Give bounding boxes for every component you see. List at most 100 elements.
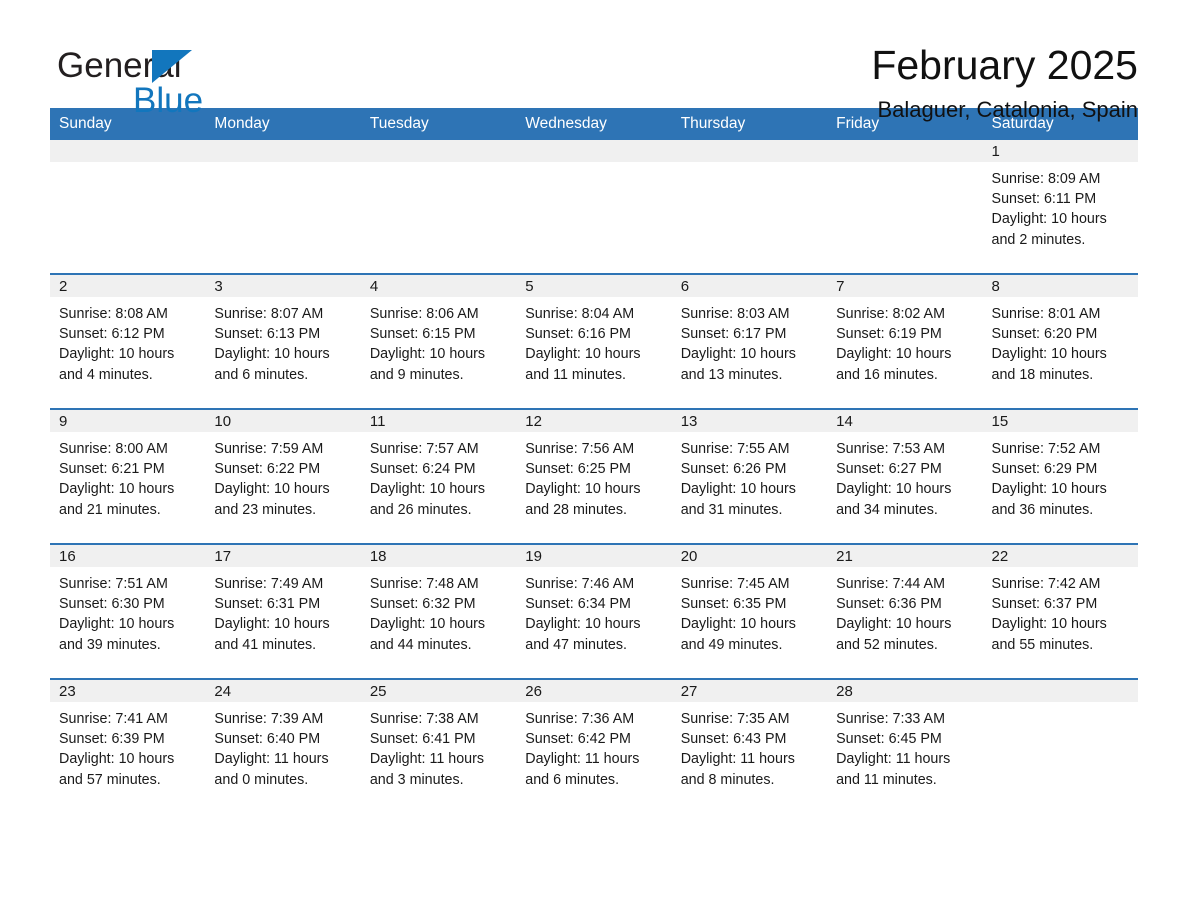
logo-word-blue: Blue bbox=[133, 81, 204, 120]
day-details: Sunrise: 7:35 AM Sunset: 6:43 PM Daylight:… bbox=[672, 702, 827, 790]
calendar-cell-empty bbox=[982, 680, 1138, 808]
calendar-cell[interactable]: 22 Sunrise: 7:42 AM Sunset: 6:37 PM Dayligh… bbox=[982, 543, 1138, 679]
sunset-text: Sunset: 6:12 PM bbox=[59, 326, 165, 343]
generalblue-logo[interactable]: General Blue bbox=[57, 48, 203, 121]
sunrise-text: Sunrise: 7:41 AM bbox=[59, 711, 168, 727]
calendar-day-cell: 16 Sunrise: 7:51 AM Sunset: 6:30 PM Dayligh… bbox=[50, 545, 206, 678]
day-number: 17 bbox=[205, 545, 361, 567]
calendar-cell-empty bbox=[360, 140, 517, 273]
calendar-cell[interactable]: 17 Sunrise: 7:49 AM Sunset: 6:31 PM Dayligh… bbox=[205, 543, 361, 679]
daylight-text: Daylight: 10 hours and 36 minutes. bbox=[991, 481, 1107, 518]
daylight-text: Daylight: 10 hours and 41 minutes. bbox=[214, 616, 330, 653]
calendar-day-cell: 3 Sunrise: 8:07 AM Sunset: 6:13 PM Daylight… bbox=[205, 275, 361, 408]
sunrise-text: Sunrise: 8:09 AM bbox=[991, 171, 1101, 187]
sunrise-text: Sunrise: 7:55 AM bbox=[680, 441, 790, 457]
calendar-cell[interactable]: 5 Sunrise: 8:04 AM Sunset: 6:16 PM Daylight… bbox=[516, 273, 672, 409]
sunrise-text: Sunrise: 8:04 AM bbox=[525, 306, 635, 322]
day-details: Sunrise: 7:59 AM Sunset: 6:22 PM Daylight:… bbox=[205, 432, 360, 520]
calendar-day-cell: 11 Sunrise: 7:57 AM Sunset: 6:24 PM Dayligh… bbox=[360, 410, 517, 543]
calendar-cell[interactable]: 7 Sunrise: 8:02 AM Sunset: 6:19 PM Daylight… bbox=[827, 273, 983, 409]
sunrise-text: Sunrise: 7:56 AM bbox=[525, 441, 635, 457]
day-details: Sunrise: 7:36 AM Sunset: 6:42 PM Daylight:… bbox=[516, 702, 671, 790]
calendar-day-cell: 27 Sunrise: 7:35 AM Sunset: 6:43 PM Dayligh… bbox=[671, 680, 828, 808]
calendar-cell[interactable]: 11 Sunrise: 7:57 AM Sunset: 6:24 PM Dayligh… bbox=[360, 408, 517, 544]
calendar-week-row: 2 Sunrise: 8:08 AM Sunset: 6:12 PM Daylight… bbox=[50, 273, 1138, 409]
calendar-cell-empty bbox=[827, 140, 983, 273]
calendar-body: 1 Sunrise: 8:09 AM Sunset: 6:11 PM Daylight… bbox=[50, 140, 1138, 808]
calendar-cell bbox=[982, 678, 1138, 808]
day-details: Sunrise: 7:44 AM Sunset: 6:36 PM Daylight:… bbox=[827, 567, 982, 655]
day-details: Sunrise: 8:04 AM Sunset: 6:16 PM Daylight:… bbox=[516, 297, 671, 385]
sunset-text: Sunset: 6:30 PM bbox=[59, 596, 165, 613]
calendar-cell[interactable]: 9 Sunrise: 8:00 AM Sunset: 6:21 PM Daylight… bbox=[50, 408, 206, 544]
sunset-text: Sunset: 6:16 PM bbox=[525, 326, 631, 343]
calendar-day-cell: 1 Sunrise: 8:09 AM Sunset: 6:11 PM Daylight… bbox=[982, 140, 1138, 273]
calendar-day-cell: 28 Sunrise: 7:33 AM Sunset: 6:45 PM Dayligh… bbox=[827, 680, 983, 808]
day-details: Sunrise: 7:33 AM Sunset: 6:45 PM Daylight:… bbox=[827, 702, 982, 790]
calendar-cell[interactable]: 27 Sunrise: 7:35 AM Sunset: 6:43 PM Dayligh… bbox=[671, 678, 828, 808]
calendar-day-cell: 20 Sunrise: 7:45 AM Sunset: 6:35 PM Dayligh… bbox=[671, 545, 828, 678]
day-details: Sunrise: 7:52 AM Sunset: 6:29 PM Daylight:… bbox=[983, 432, 1138, 520]
sunset-text: Sunset: 6:29 PM bbox=[991, 461, 1098, 478]
daylight-text: Daylight: 10 hours and 39 minutes. bbox=[59, 616, 175, 653]
day-number: 7 bbox=[827, 275, 983, 297]
sunrise-text: Sunrise: 7:42 AM bbox=[991, 576, 1101, 592]
calendar-cell[interactable]: 23 Sunrise: 7:41 AM Sunset: 6:39 PM Dayligh… bbox=[50, 678, 206, 808]
page-title: February 2025 bbox=[871, 42, 1138, 88]
calendar-cell[interactable]: 28 Sunrise: 7:33 AM Sunset: 6:45 PM Dayligh… bbox=[827, 678, 983, 808]
calendar-cell[interactable]: 1 Sunrise: 8:09 AM Sunset: 6:11 PM Daylight… bbox=[982, 140, 1138, 274]
day-number: 12 bbox=[516, 410, 672, 432]
calendar-cell[interactable]: 12 Sunrise: 7:56 AM Sunset: 6:25 PM Dayligh… bbox=[516, 408, 672, 544]
sunrise-text: Sunrise: 8:06 AM bbox=[369, 306, 479, 322]
daylight-text: Daylight: 10 hours and 47 minutes. bbox=[525, 616, 641, 653]
calendar-day-cell: 22 Sunrise: 7:42 AM Sunset: 6:37 PM Dayligh… bbox=[982, 545, 1138, 678]
calendar-cell[interactable]: 20 Sunrise: 7:45 AM Sunset: 6:35 PM Dayligh… bbox=[671, 543, 828, 679]
sunset-text: Sunset: 6:42 PM bbox=[525, 731, 631, 748]
calendar-cell-empty bbox=[516, 140, 672, 273]
calendar-cell[interactable]: 8 Sunrise: 8:01 AM Sunset: 6:20 PM Daylight… bbox=[982, 273, 1138, 409]
calendar-cell[interactable]: 4 Sunrise: 8:06 AM Sunset: 6:15 PM Daylight… bbox=[360, 273, 517, 409]
calendar-day-cell: 26 Sunrise: 7:36 AM Sunset: 6:42 PM Dayligh… bbox=[516, 680, 672, 808]
daylight-text: Daylight: 10 hours and 11 minutes. bbox=[525, 346, 641, 383]
calendar-cell[interactable]: 25 Sunrise: 7:38 AM Sunset: 6:41 PM Dayligh… bbox=[360, 678, 517, 808]
calendar-cell[interactable]: 21 Sunrise: 7:44 AM Sunset: 6:36 PM Dayligh… bbox=[827, 543, 983, 679]
calendar-cell[interactable]: 10 Sunrise: 7:59 AM Sunset: 6:22 PM Dayligh… bbox=[205, 408, 361, 544]
day-details: Sunrise: 7:53 AM Sunset: 6:27 PM Daylight:… bbox=[827, 432, 982, 520]
daylight-text: Daylight: 10 hours and 55 minutes. bbox=[991, 616, 1107, 653]
calendar-day-cell: 4 Sunrise: 8:06 AM Sunset: 6:15 PM Daylight… bbox=[360, 275, 517, 408]
day-details: Sunrise: 7:51 AM Sunset: 6:30 PM Daylight:… bbox=[50, 567, 205, 655]
calendar-day-cell: 15 Sunrise: 7:52 AM Sunset: 6:29 PM Dayligh… bbox=[982, 410, 1138, 543]
sunrise-text: Sunrise: 7:45 AM bbox=[680, 576, 790, 592]
calendar-cell[interactable]: 15 Sunrise: 7:52 AM Sunset: 6:29 PM Dayligh… bbox=[982, 408, 1138, 544]
sunset-text: Sunset: 6:31 PM bbox=[214, 596, 321, 613]
day-number bbox=[205, 140, 361, 162]
day-number: 9 bbox=[50, 410, 206, 432]
day-details: Sunrise: 7:46 AM Sunset: 6:34 PM Daylight:… bbox=[516, 567, 671, 655]
sunset-text: Sunset: 6:17 PM bbox=[680, 326, 787, 343]
calendar-cell[interactable]: 2 Sunrise: 8:08 AM Sunset: 6:12 PM Daylight… bbox=[50, 273, 206, 409]
calendar-cell[interactable]: 26 Sunrise: 7:36 AM Sunset: 6:42 PM Dayligh… bbox=[516, 678, 672, 808]
day-number: 11 bbox=[360, 410, 517, 432]
sunset-text: Sunset: 6:22 PM bbox=[214, 461, 321, 478]
sunrise-text: Sunrise: 7:36 AM bbox=[525, 711, 635, 727]
day-details: Sunrise: 8:01 AM Sunset: 6:20 PM Daylight:… bbox=[983, 297, 1138, 385]
calendar-cell[interactable]: 24 Sunrise: 7:39 AM Sunset: 6:40 PM Dayligh… bbox=[205, 678, 361, 808]
calendar-cell[interactable]: 6 Sunrise: 8:03 AM Sunset: 6:17 PM Daylight… bbox=[671, 273, 828, 409]
day-number: 6 bbox=[671, 275, 828, 297]
calendar-cell[interactable]: 18 Sunrise: 7:48 AM Sunset: 6:32 PM Dayligh… bbox=[360, 543, 517, 679]
sunset-text: Sunset: 6:40 PM bbox=[214, 731, 321, 748]
calendar-day-cell: 12 Sunrise: 7:56 AM Sunset: 6:25 PM Dayligh… bbox=[516, 410, 672, 543]
sunrise-text: Sunrise: 8:07 AM bbox=[214, 306, 324, 322]
location-subtitle: Balaguer, Catalonia, Spain bbox=[877, 97, 1138, 123]
day-number: 3 bbox=[205, 275, 361, 297]
sunrise-text: Sunrise: 7:46 AM bbox=[525, 576, 635, 592]
calendar-cell[interactable]: 16 Sunrise: 7:51 AM Sunset: 6:30 PM Dayligh… bbox=[50, 543, 206, 679]
calendar-cell[interactable]: 19 Sunrise: 7:46 AM Sunset: 6:34 PM Dayligh… bbox=[516, 543, 672, 679]
calendar-cell[interactable]: 14 Sunrise: 7:53 AM Sunset: 6:27 PM Dayligh… bbox=[827, 408, 983, 544]
sunrise-text: Sunrise: 7:57 AM bbox=[369, 441, 479, 457]
day-details: Sunrise: 8:06 AM Sunset: 6:15 PM Daylight:… bbox=[361, 297, 516, 385]
calendar-cell[interactable]: 13 Sunrise: 7:55 AM Sunset: 6:26 PM Dayligh… bbox=[671, 408, 828, 544]
day-number: 26 bbox=[516, 680, 672, 702]
day-number: 16 bbox=[50, 545, 206, 567]
calendar-cell[interactable]: 3 Sunrise: 8:07 AM Sunset: 6:13 PM Daylight… bbox=[205, 273, 361, 409]
